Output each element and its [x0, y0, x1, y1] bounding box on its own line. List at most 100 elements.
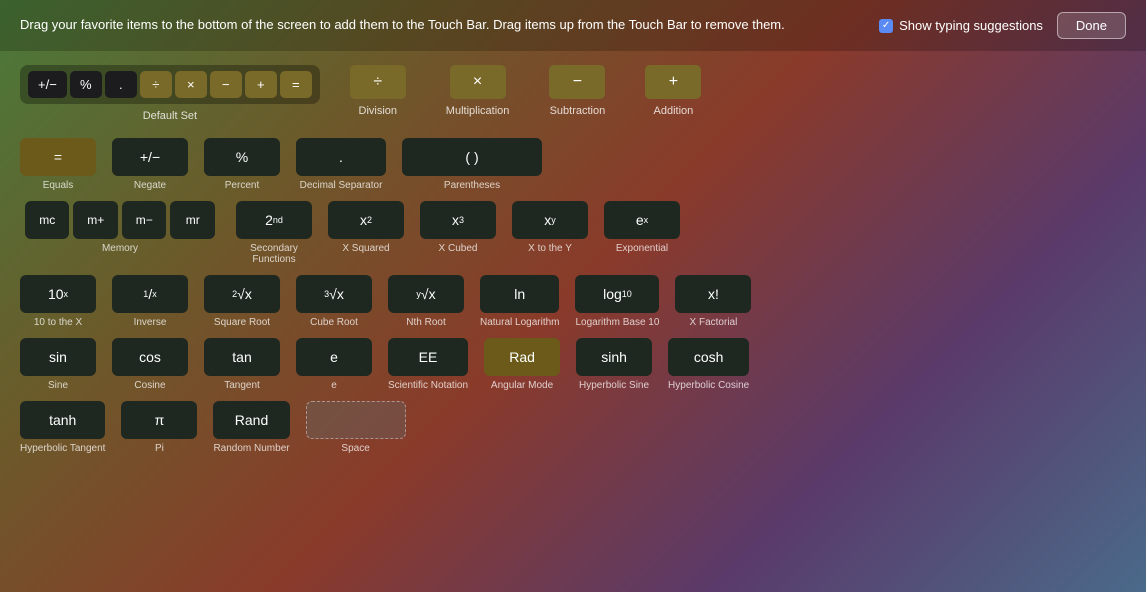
btn-multiply-ds[interactable]: × [175, 71, 207, 98]
row-2: mc m+ m− mr Memory 2nd SecondaryFunction… [20, 201, 1126, 265]
btn-ln[interactable]: ln [480, 275, 559, 313]
item-space: Space [306, 401, 406, 454]
item-rad: Rad Angular Mode [484, 338, 560, 391]
btn-percent[interactable]: % [70, 71, 102, 98]
item-xsquared: x2 X Squared [328, 201, 404, 254]
row-5: tanh Hyperbolic Tangent π Pi Rand Random… [20, 401, 1126, 454]
label-xsquared: X Squared [342, 243, 389, 254]
label-cos: Cosine [134, 380, 165, 391]
label-rad: Angular Mode [491, 380, 553, 391]
btn-negate-r[interactable]: +/− [112, 138, 188, 176]
item-equals: = Equals [20, 138, 96, 191]
btn-equals[interactable]: = [20, 138, 96, 176]
label-rand: Random Number [213, 443, 289, 454]
item-nthroot: y√x Nth Root [388, 275, 464, 328]
division-label: Division [359, 105, 398, 117]
btn-space[interactable] [306, 401, 406, 439]
btn-factorial[interactable]: x! [675, 275, 751, 313]
label-e: e [331, 380, 337, 391]
btn-tan[interactable]: tan [204, 338, 280, 376]
btn-parentheses[interactable]: ( ) [402, 138, 542, 176]
row-4: sin Sine cos Cosine tan Tangent e e EE S… [20, 338, 1126, 391]
btn-subtraction[interactable]: − [549, 65, 605, 99]
label-equals: Equals [43, 180, 74, 191]
btn-cbrt[interactable]: 3√x [296, 275, 372, 313]
label-sqrt: Square Root [214, 317, 270, 328]
label-sin: Sine [48, 380, 68, 391]
op-addition: + Addition [645, 65, 701, 117]
item-secondary: 2nd SecondaryFunctions [236, 201, 312, 265]
label-ee: Scientific Notation [388, 380, 468, 391]
label-sinh: Hyperbolic Sine [579, 380, 649, 391]
label-xcubed: X Cubed [439, 243, 478, 254]
op-division: ÷ Division [350, 65, 406, 117]
btn-mc[interactable]: mc [25, 201, 70, 239]
btn-sqrt[interactable]: 2√x [204, 275, 280, 313]
btn-rand[interactable]: Rand [213, 401, 289, 439]
btn-e[interactable]: e [296, 338, 372, 376]
btn-nthroot[interactable]: y√x [388, 275, 464, 313]
btn-sinh[interactable]: sinh [576, 338, 652, 376]
btn-mr[interactable]: mr [170, 201, 215, 239]
btn-rad[interactable]: Rad [484, 338, 560, 376]
label-percent: Percent [225, 180, 259, 191]
btn-log10[interactable]: log10 [575, 275, 659, 313]
btn-percent-r[interactable]: % [204, 138, 280, 176]
btn-division[interactable]: ÷ [350, 65, 406, 99]
btn-pi[interactable]: π [121, 401, 197, 439]
item-parentheses: ( ) Parentheses [402, 138, 542, 191]
top-bar: Drag your favorite items to the bottom o… [0, 0, 1146, 51]
btn-inverse[interactable]: 1/x [112, 275, 188, 313]
label-factorial: X Factorial [690, 317, 738, 328]
btn-multiplication[interactable]: × [450, 65, 506, 99]
label-parentheses: Parentheses [444, 180, 500, 191]
label-space: Space [341, 443, 369, 454]
item-rand: Rand Random Number [213, 401, 289, 454]
item-xtoy: xy X to the Y [512, 201, 588, 254]
btn-cosh[interactable]: cosh [668, 338, 749, 376]
btn-xtoy[interactable]: xy [512, 201, 588, 239]
item-ee: EE Scientific Notation [388, 338, 468, 391]
btn-addition[interactable]: + [645, 65, 701, 99]
btn-negate[interactable]: +/− [28, 71, 67, 98]
btn-10x[interactable]: 10x [20, 275, 96, 313]
btn-tanh[interactable]: tanh [20, 401, 105, 439]
btn-equals-ds[interactable]: = [280, 71, 312, 98]
op-subtraction: − Subtraction [549, 65, 605, 117]
item-negate: +/− Negate [112, 138, 188, 191]
item-e: e e [296, 338, 372, 391]
item-cosh: cosh Hyperbolic Cosine [668, 338, 749, 391]
item-sin: sin Sine [20, 338, 96, 391]
item-tanh: tanh Hyperbolic Tangent [20, 401, 105, 454]
default-set-row: +/− % . ÷ × − + = Default Set ÷ Division… [20, 65, 1126, 122]
btn-subtract-ds[interactable]: − [210, 71, 242, 98]
btn-xcubed[interactable]: x3 [420, 201, 496, 239]
btn-cos[interactable]: cos [112, 338, 188, 376]
label-decimal: Decimal Separator [300, 180, 383, 191]
label-secondary: SecondaryFunctions [250, 243, 298, 265]
done-button[interactable]: Done [1057, 12, 1126, 39]
btn-ee[interactable]: EE [388, 338, 468, 376]
btn-decimal-r[interactable]: . [296, 138, 386, 176]
item-inverse: 1/x Inverse [112, 275, 188, 328]
standalone-ops: ÷ Division × Multiplication − Subtractio… [350, 65, 702, 117]
btn-divide-ds[interactable]: ÷ [140, 71, 172, 98]
subtraction-label: Subtraction [550, 105, 606, 117]
show-typing-label: Show typing suggestions [899, 18, 1043, 33]
label-tan: Tangent [224, 380, 260, 391]
btn-sin[interactable]: sin [20, 338, 96, 376]
btn-exponential[interactable]: ex [604, 201, 680, 239]
btn-decimal[interactable]: . [105, 71, 137, 98]
typing-checkbox[interactable]: ✓ [879, 19, 893, 33]
btn-secondary[interactable]: 2nd [236, 201, 312, 239]
label-nthroot: Nth Root [406, 317, 445, 328]
btn-xsquared[interactable]: x2 [328, 201, 404, 239]
btn-add-ds[interactable]: + [245, 71, 277, 98]
label-xtoy: X to the Y [528, 243, 572, 254]
btn-mminus[interactable]: m− [122, 201, 167, 239]
btn-mplus[interactable]: m+ [73, 201, 118, 239]
show-typing-container[interactable]: ✓ Show typing suggestions [879, 18, 1043, 33]
memory-group: mc m+ m− mr Memory [20, 201, 220, 254]
top-bar-right: ✓ Show typing suggestions Done [879, 12, 1126, 39]
item-tan: tan Tangent [204, 338, 280, 391]
